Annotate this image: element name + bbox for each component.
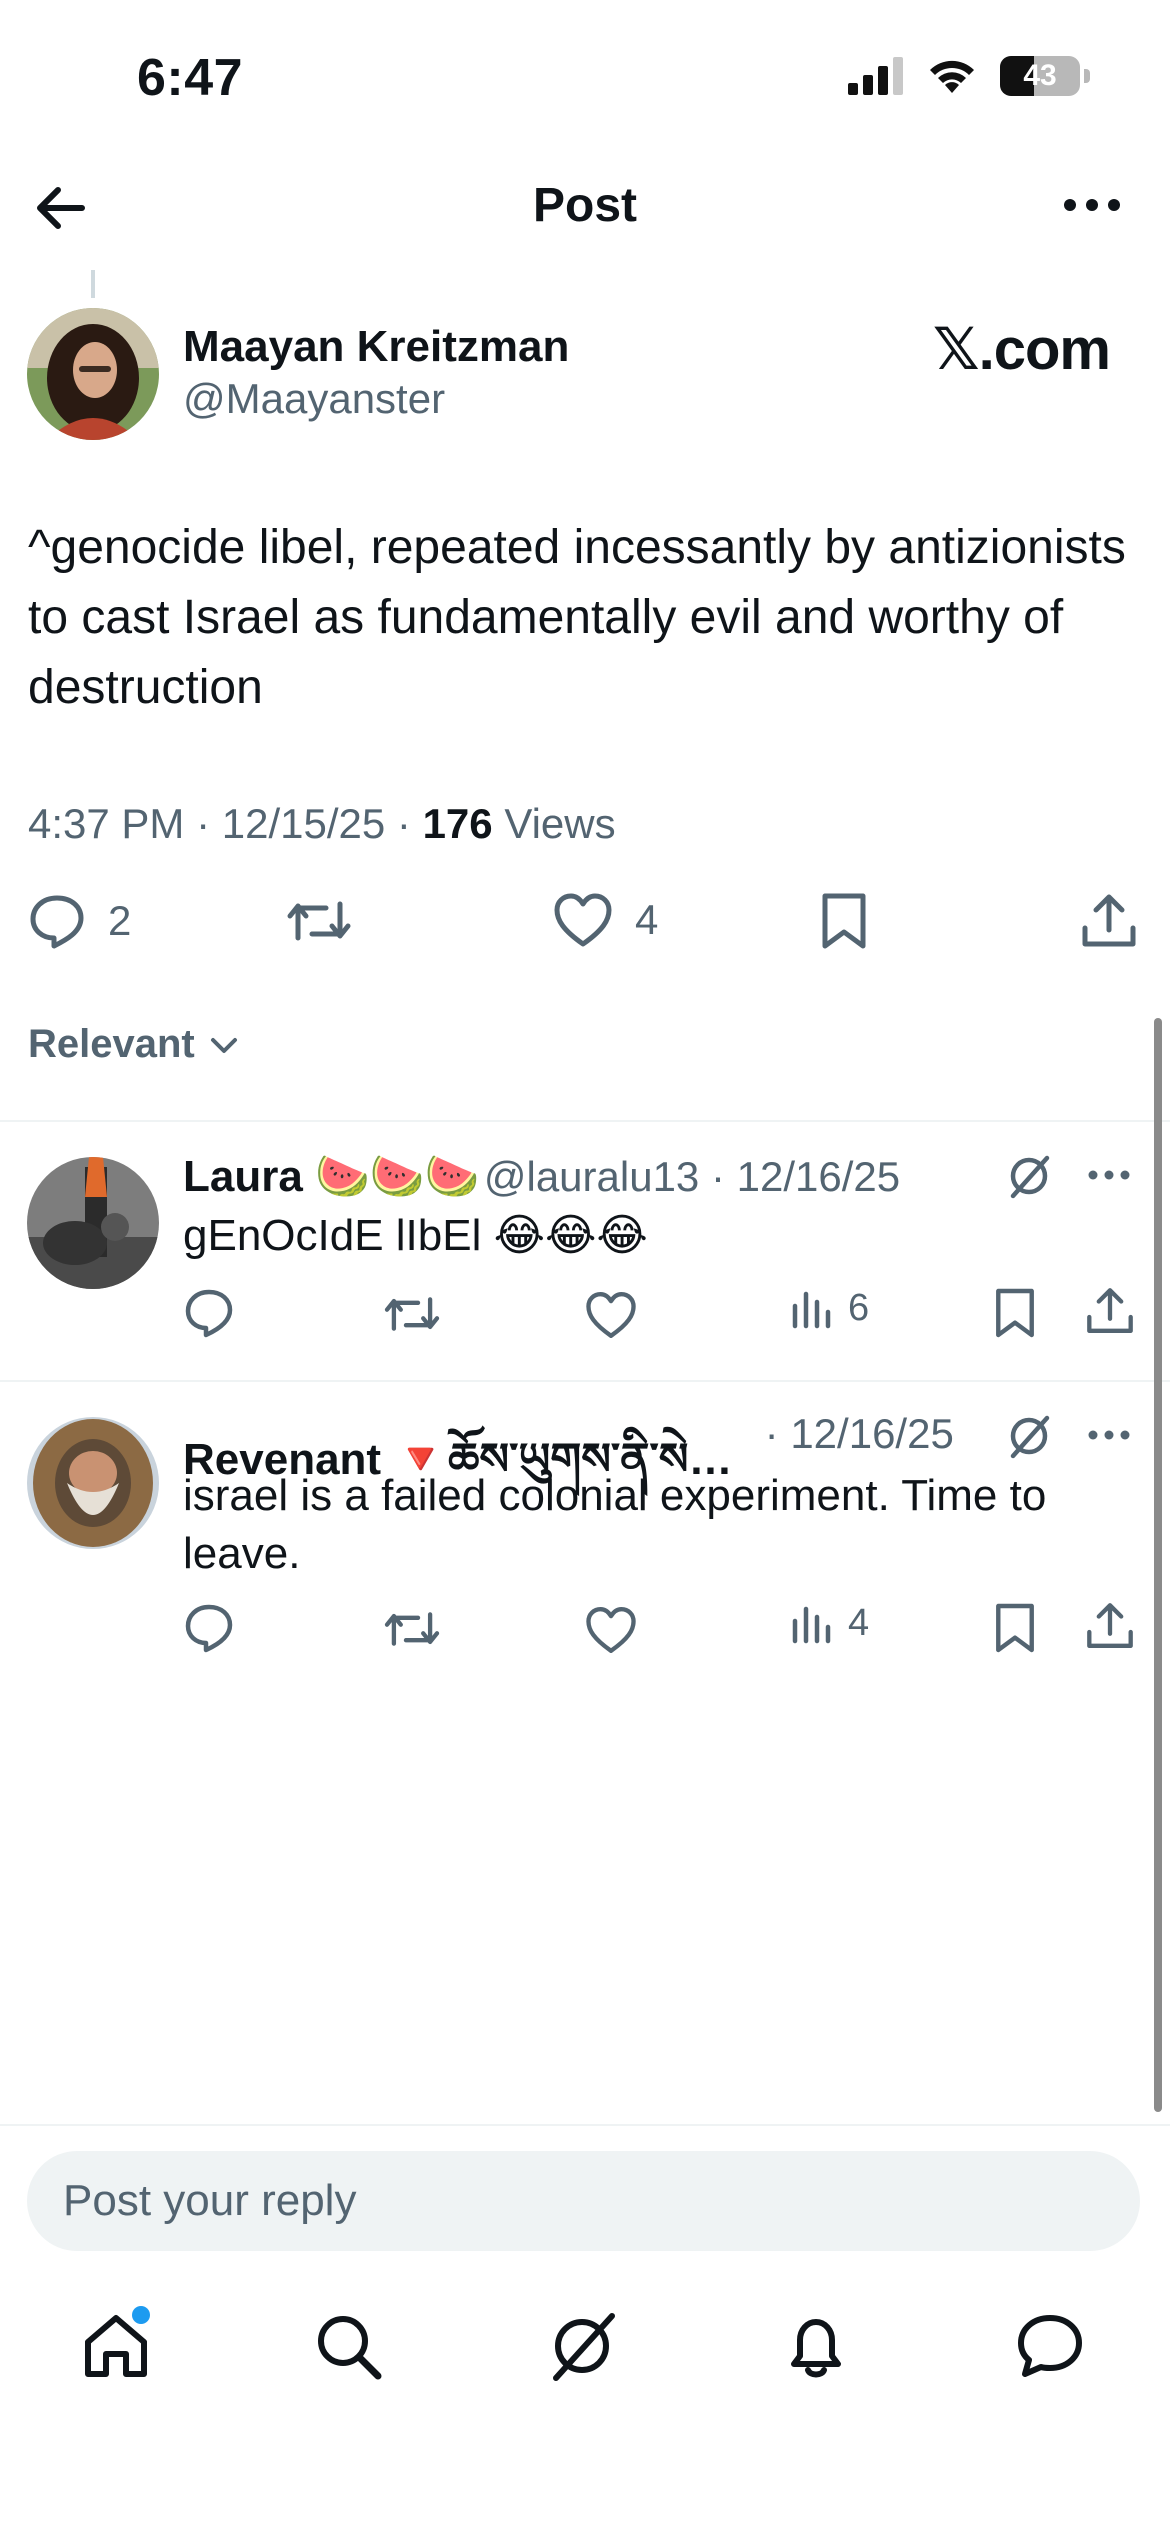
list-item[interactable]: Laura 🍉🍉🍉 @lauralu13 · 12/16/25 gEnOcIdE… [0, 1122, 1160, 1382]
avatar-image [27, 308, 159, 440]
post-text: ^genocide libel, repeated incessantly by… [28, 521, 1126, 714]
bookmark-icon [822, 893, 866, 949]
post-time[interactable]: 4:37 PM [28, 800, 184, 847]
search-icon [318, 2316, 382, 2380]
like-button[interactable]: 4 [553, 892, 658, 948]
wifi-icon [930, 60, 974, 93]
repost-icon [287, 901, 351, 941]
battery-icon: 43 [1000, 56, 1080, 96]
tab-notifications[interactable] [780, 2310, 852, 2382]
tab-grok[interactable] [546, 2310, 618, 2382]
views-count: 176 [422, 800, 493, 847]
more-button[interactable] [1062, 190, 1122, 220]
x-watermark: 𝕏.com [932, 317, 1111, 382]
more-horizontal-icon[interactable] [1087, 1428, 1131, 1442]
messages-icon [1018, 2315, 1082, 2377]
share-icon [1082, 894, 1136, 947]
grok-icon [553, 2313, 615, 2381]
battery-level: 43 [1023, 59, 1057, 92]
reply-button[interactable]: 2 [28, 892, 131, 950]
likes-count: 4 [635, 896, 659, 943]
avatar-image [27, 1157, 159, 1289]
avatar[interactable] [27, 1417, 159, 1549]
back-button[interactable] [30, 178, 90, 238]
reply-text: israel is a failed colonial experiment. … [183, 1471, 1047, 1578]
reply-composer[interactable] [27, 2151, 1140, 2251]
analytics-icon [792, 1291, 831, 1329]
heart-icon[interactable] [585, 1604, 637, 1656]
status-time: 6:47 [137, 49, 244, 107]
views-button[interactable]: 4 [790, 1601, 869, 1645]
sort-dropdown[interactable]: Relevant [28, 1022, 239, 1067]
repost-button[interactable] [286, 892, 352, 950]
notifications-icon [791, 2319, 841, 2378]
views-count: 4 [848, 1601, 870, 1644]
reply-author-name[interactable]: Laura 🍉🍉🍉 [183, 1152, 479, 1201]
repost-icon[interactable] [383, 1604, 441, 1654]
reply-author-handle[interactable]: @lauralu13 [484, 1153, 699, 1200]
bookmark-icon[interactable] [993, 1287, 1037, 1339]
reply-icon[interactable] [183, 1602, 235, 1654]
scrollbar[interactable] [1154, 1018, 1162, 2112]
share-icon[interactable] [1085, 1286, 1135, 1336]
page-title: Post [532, 179, 637, 232]
tab-search[interactable] [312, 2310, 384, 2382]
grok-icon[interactable] [1005, 1412, 1053, 1460]
repost-icon[interactable] [383, 1289, 441, 1339]
chevron-down-icon [210, 1037, 237, 1053]
divider [0, 2124, 1170, 2126]
reply-text: gEnOcIdE lIbEl 😂😂😂 [183, 1211, 648, 1260]
post-date[interactable]: 12/15/25 [222, 800, 386, 847]
share-button[interactable] [1080, 892, 1138, 950]
avatar[interactable] [27, 308, 159, 440]
replies-count: 2 [108, 897, 132, 944]
reply-input[interactable] [27, 2151, 1140, 2251]
views-button[interactable]: 6 [790, 1286, 869, 1330]
bookmark-button[interactable] [819, 892, 869, 950]
post-meta: 4:37 PM · 12/15/25 · 176 Views [28, 800, 616, 847]
list-item[interactable]: Revenant 🔻ཆོས་ཡུགས་ནི་སེམས་ཁམ... · 12/16… [0, 1382, 1160, 1672]
heart-icon[interactable] [585, 1289, 637, 1341]
status-icons: 43 [848, 56, 1090, 96]
bookmark-icon[interactable] [993, 1602, 1037, 1654]
sort-label: Relevant [28, 1022, 195, 1066]
share-icon[interactable] [1085, 1601, 1135, 1651]
post-actions: 2 4 [28, 892, 1142, 962]
tab-messages[interactable] [1014, 2310, 1086, 2382]
reply-date[interactable]: 12/16/25 [737, 1153, 901, 1200]
cellular-signal-icon [848, 57, 903, 95]
tab-home[interactable] [80, 2306, 152, 2382]
notification-dot [132, 2306, 150, 2324]
avatar[interactable] [27, 1157, 159, 1289]
views-count: 6 [848, 1286, 870, 1329]
avatar-image [27, 1417, 159, 1549]
views-label: Views [504, 800, 616, 847]
reply-header: Laura 🍉🍉🍉 @lauralu13 · 12/16/25 [183, 1152, 901, 1201]
heart-icon [554, 893, 612, 947]
battery-tip [1084, 69, 1090, 83]
more-horizontal-icon[interactable] [1087, 1168, 1131, 1182]
author-name[interactable]: Maayan Kreitzman [183, 322, 569, 372]
reply-icon [30, 895, 84, 949]
grok-icon[interactable] [1005, 1152, 1053, 1200]
analytics-icon [792, 1606, 831, 1644]
author-handle[interactable]: @Maayanster [183, 375, 445, 423]
reply-icon[interactable] [183, 1287, 235, 1339]
thread-line [91, 270, 95, 298]
more-horizontal-icon [1064, 199, 1120, 211]
arrow-left-icon [37, 187, 85, 229]
